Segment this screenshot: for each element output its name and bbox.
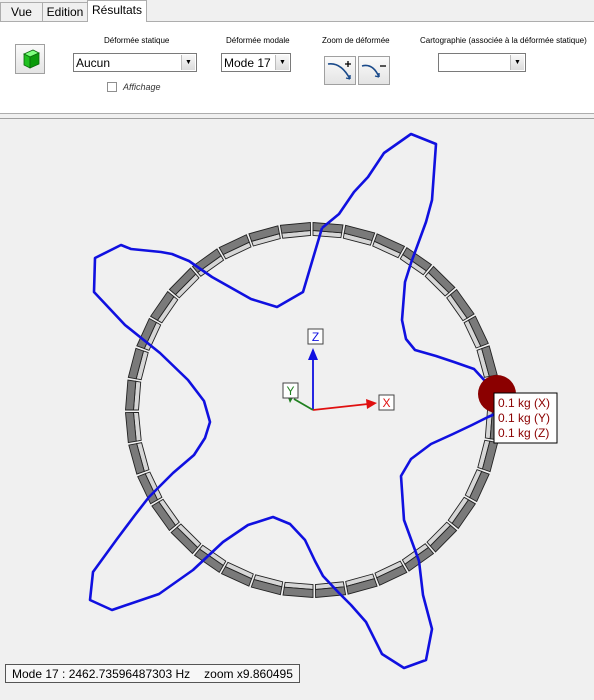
x-axis-label: X xyxy=(382,396,390,410)
tab-resultats[interactable]: Résultats xyxy=(87,0,147,22)
mode-frequency-text: Mode 17 : 2462.73596487303 Hz xyxy=(12,667,191,681)
x-axis-line xyxy=(312,403,369,411)
axis-triad: Z Y X xyxy=(282,328,395,411)
ring-segment-outer xyxy=(282,586,314,598)
3d-viewport[interactable]: Z Y X 0.1 kg (X) 0.1 kg (Y) 0.1 kg (Z) M… xyxy=(0,118,594,699)
mass-label-x: 0.1 kg (X) xyxy=(498,396,550,410)
ring-segment-outer xyxy=(125,379,137,411)
y-axis-line xyxy=(293,398,314,411)
status-bar: Mode 17 : 2462.73596487303 Hz zoom x9.860… xyxy=(5,664,300,683)
z-axis-label: Z xyxy=(312,330,319,344)
zoom-level-text: zoom x9.860495 xyxy=(204,667,293,681)
mass-label-z: 0.1 kg (Z) xyxy=(498,426,549,440)
y-axis-label: Y xyxy=(286,384,294,398)
scene-canvas: Z Y X 0.1 kg (X) 0.1 kg (Y) 0.1 kg (Z) xyxy=(88,132,558,670)
mass-label-y: 0.1 kg (Y) xyxy=(498,411,550,425)
z-axis-arrow xyxy=(308,348,318,360)
x-axis-arrow xyxy=(366,399,377,409)
